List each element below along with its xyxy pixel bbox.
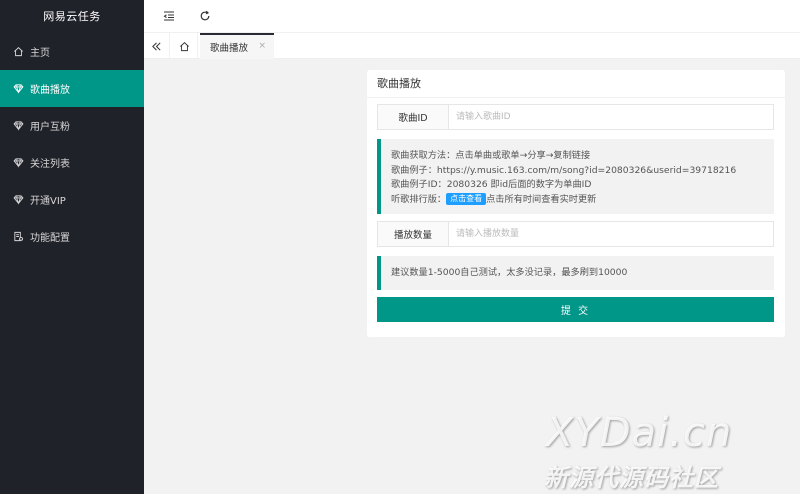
app-title: 网易云任务 <box>43 10 101 23</box>
home-tab-icon[interactable] <box>172 33 198 59</box>
view-ranking-button[interactable]: 点击查看 <box>446 193 487 205</box>
instruction-line: 歌曲例子ID：2080326 即id后面的数字为单曲ID <box>391 179 592 190</box>
card-title: 歌曲播放 <box>367 70 785 98</box>
sidebar-item-home[interactable]: 主页 <box>0 33 144 70</box>
instruction-line: 听歌排行版： 点击查看 点击所有时间查看实时更新 <box>391 193 764 208</box>
sidebar-item-label: 功能配置 <box>30 233 70 244</box>
song-id-label: 歌曲ID <box>378 105 449 129</box>
watermark-caption: 新源代源码社区 <box>544 464 719 492</box>
tab-label: 歌曲播放 <box>210 43 249 54</box>
sidebar-item-label: 主页 <box>30 48 50 59</box>
note-text: 建议数量1-5000自己测试，太多没记录，最多刷到10000 <box>391 267 628 278</box>
settings-doc-icon <box>12 231 24 243</box>
sidebar-item-label: 关注列表 <box>30 159 70 170</box>
watermark-domain: XYDai.cn <box>546 410 733 456</box>
double-chevron-left-icon[interactable] <box>144 33 170 59</box>
diamond-icon <box>12 120 24 132</box>
instruction-line: 歌曲例子：https://y.music.163.com/m/song?id=2… <box>391 164 737 176</box>
instruction-line: 歌曲获取方法：点击单曲或歌单→分享→复制链接 <box>391 150 591 161</box>
sidebar-item-follow-list[interactable]: 关注列表 <box>0 144 144 181</box>
play-count-input[interactable] <box>449 222 773 246</box>
home-icon <box>12 46 24 58</box>
sidebar: 网易云任务 主页 歌曲播放 用户互粉 关注列表 开通VIP 功能配置 <box>0 0 144 494</box>
top-header <box>144 0 800 33</box>
song-id-input[interactable] <box>449 105 773 129</box>
tab-bar: 歌曲播放 × <box>144 33 800 59</box>
play-count-field: 播放数量 <box>377 221 774 247</box>
refresh-icon[interactable] <box>197 8 213 24</box>
instructions-block: 歌曲获取方法：点击单曲或歌单→分享→复制链接 歌曲例子：https://y.mu… <box>377 139 774 214</box>
ranking-suffix: 点击所有时间查看实时更新 <box>486 193 597 205</box>
song-id-field: 歌曲ID <box>377 104 774 130</box>
sidebar-item-song-play[interactable]: 歌曲播放 <box>0 70 144 107</box>
song-play-card: 歌曲播放 歌曲ID 歌曲获取方法：点击单曲或歌单→分享→复制链接 歌曲例子：ht… <box>367 70 785 337</box>
indent-icon[interactable] <box>161 8 177 24</box>
ranking-prefix: 听歌排行版： <box>391 193 447 205</box>
diamond-icon <box>12 157 24 169</box>
submit-button[interactable]: 提 交 <box>377 297 774 322</box>
sidebar-item-mutual-follow[interactable]: 用户互粉 <box>0 107 144 144</box>
diamond-icon <box>12 83 24 95</box>
note-block: 建议数量1-5000自己测试，太多没记录，最多刷到10000 <box>377 256 774 290</box>
sidebar-item-label: 用户互粉 <box>30 122 70 133</box>
sidebar-item-label: 歌曲播放 <box>30 85 70 96</box>
watermark: XYDai.cn 新源代源码社区 <box>540 410 790 494</box>
tab-song-play[interactable]: 歌曲播放 × <box>200 33 274 59</box>
sidebar-item-settings[interactable]: 功能配置 <box>0 218 144 255</box>
diamond-icon <box>12 194 24 206</box>
close-icon[interactable]: × <box>258 41 266 51</box>
sidebar-item-label: 开通VIP <box>30 196 66 207</box>
play-count-label: 播放数量 <box>378 222 449 246</box>
sidebar-item-vip[interactable]: 开通VIP <box>0 181 144 218</box>
